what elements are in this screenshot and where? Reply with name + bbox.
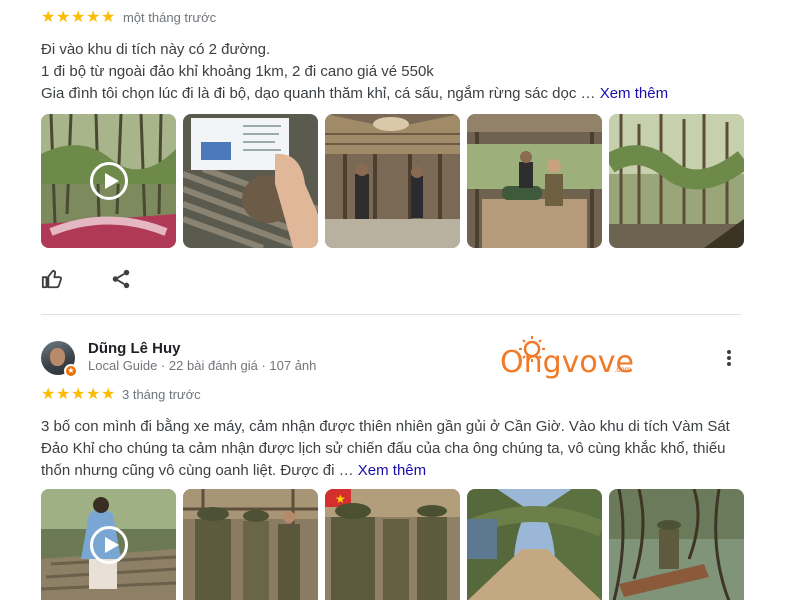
star-icon: ★ <box>41 9 56 26</box>
review-line: Đảo Khỉ cho chúng ta cảm nhận được lịch … <box>41 440 726 457</box>
star-icon: ★ <box>86 386 101 403</box>
review-video-thumbnail[interactable] <box>41 114 176 248</box>
review-photos <box>41 114 744 248</box>
review-photos: ★ <box>41 489 744 600</box>
star-icon: ★ <box>71 386 86 403</box>
review-photo[interactable] <box>467 114 602 248</box>
review-photo[interactable]: ★ <box>325 489 460 600</box>
rating-stars: ★ ★ ★ ★ ★ <box>41 10 116 26</box>
review-line: 1 đi bộ từ ngoài đảo khỉ khoảng 1km, 2 đ… <box>41 63 434 80</box>
svg-text:★: ★ <box>335 492 346 506</box>
share-icon[interactable] <box>110 268 132 290</box>
review-line-text: thốn nhưng cũng vô cùng oanh liệt. Được … <box>41 462 358 479</box>
read-more-link[interactable]: Xem thêm <box>358 462 426 479</box>
logo-suffix: .com <box>614 365 632 374</box>
review-line: Gia đình tôi chọn lúc đi là đi bộ, dạo q… <box>41 83 691 105</box>
play-icon[interactable] <box>89 526 128 564</box>
star-icon: ★ <box>101 386 116 403</box>
star-icon: ★ <box>86 9 101 26</box>
read-more-link[interactable]: Xem thêm <box>600 85 668 102</box>
play-icon[interactable] <box>89 162 128 200</box>
star-icon: ★ <box>56 9 71 26</box>
review-line: 3 bố con mình đi bằng xe máy, cảm nhận đ… <box>41 418 730 435</box>
review-line: Đi vào khu di tích này có 2 đường. <box>41 41 271 58</box>
avatar[interactable]: ★ <box>41 341 78 378</box>
review-text: 3 bố con mình đi bằng xe máy, cảm nhận đ… <box>41 416 741 482</box>
review-divider <box>41 314 741 315</box>
star-icon: ★ <box>101 9 116 26</box>
review-photo[interactable] <box>609 114 744 248</box>
author-stats: Local Guide · 22 bài đánh giá · 107 ảnh <box>88 358 317 373</box>
review-photo[interactable] <box>183 114 318 248</box>
review-text: Đi vào khu di tích này có 2 đường. 1 đi … <box>41 39 691 105</box>
avatar-face <box>50 348 65 366</box>
review-photo[interactable] <box>325 114 460 248</box>
star-icon: ★ <box>41 386 56 403</box>
review-time: một tháng trước <box>123 10 217 25</box>
thumbs-up-icon[interactable] <box>41 268 63 290</box>
review-time: 3 tháng trước <box>122 387 201 402</box>
review-line-text: Gia đình tôi chọn lúc đi là đi bộ, dạo q… <box>41 85 600 102</box>
more-vert-icon[interactable] <box>722 348 736 368</box>
review-video-thumbnail[interactable] <box>41 489 176 600</box>
star-icon: ★ <box>56 386 71 403</box>
logo-text: Ongvove <box>500 345 634 380</box>
review-photo[interactable] <box>609 489 744 600</box>
author-name[interactable]: Dũng Lê Huy <box>88 340 181 357</box>
local-guide-badge-icon: ★ <box>64 364 78 378</box>
ongvove-logo: Ongvove .com <box>492 333 652 383</box>
review-photo[interactable] <box>467 489 602 600</box>
star-icon: ★ <box>71 9 86 26</box>
rating-stars: ★ ★ ★ ★ ★ <box>41 387 116 403</box>
review-photo[interactable] <box>183 489 318 600</box>
review-line: thốn nhưng cũng vô cùng oanh liệt. Được … <box>41 460 741 482</box>
